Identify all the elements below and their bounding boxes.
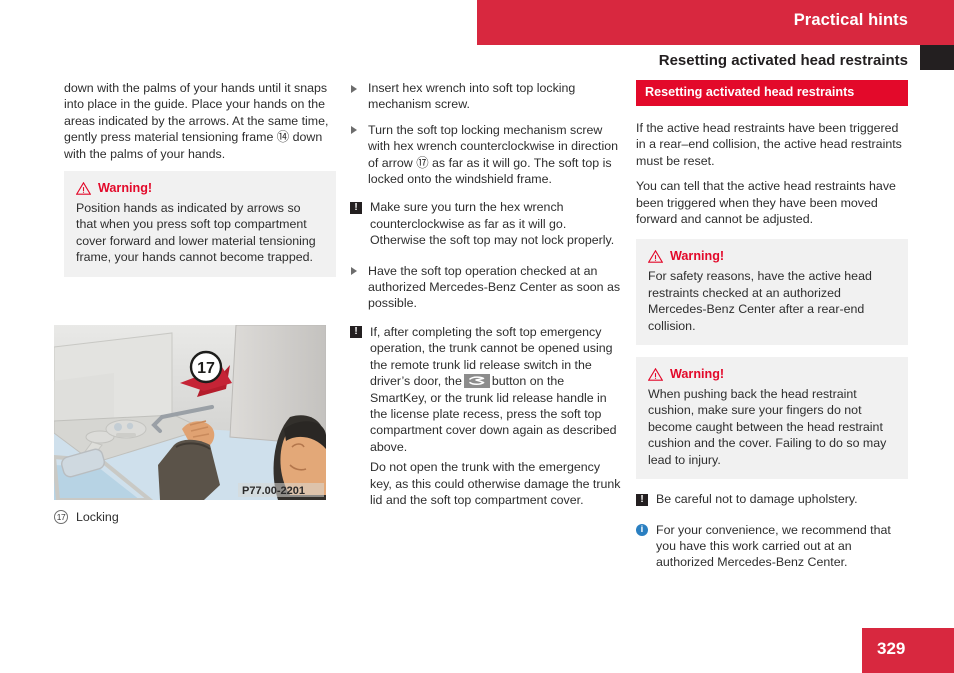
warning-title-text: Warning! <box>98 181 153 196</box>
caution-note: ! Make sure you turn the hex wrench coun… <box>350 199 622 248</box>
left-column: down with the palms of your hands until … <box>64 80 336 289</box>
warning-body-text: Position hands as indicated by arrows so… <box>76 201 316 265</box>
warning-triangle-icon <box>76 182 91 195</box>
page-title: Practical hints <box>793 11 908 29</box>
continued-paragraph: down with the palms of your hands until … <box>64 81 329 161</box>
step-text: Insert hex wrench into soft top locking … <box>368 81 576 112</box>
trunk-release-button-icon <box>463 374 490 389</box>
figure-caption: 17 Locking <box>54 509 326 525</box>
step-item: Turn the soft top locking mechanism scre… <box>350 122 622 188</box>
circled-number-17: 17 <box>54 510 68 524</box>
info-note-convenience: i For your convenience, we recommend tha… <box>636 522 908 571</box>
caution-note-continued: Do not open the trunk with the emergency… <box>370 460 621 507</box>
info-circle-icon: i <box>636 524 648 536</box>
caution-note-upholstery: ! Be careful not to damage upholstery. <box>636 491 908 507</box>
warning-box-safety: Warning! For safety reasons, have the ac… <box>636 239 908 346</box>
warning-box-fingers: Warning! When pushing back the head rest… <box>636 357 908 480</box>
thumb-index-tab <box>920 45 954 70</box>
warning-heading: Warning! <box>76 181 324 196</box>
warning-body-text: For safety reasons, have the active head… <box>648 269 872 333</box>
figure-caption-text: Locking <box>76 510 119 524</box>
intro-paragraph-1: If the active head restraints have been … <box>636 121 902 168</box>
warning-triangle-icon <box>648 368 663 381</box>
warning-triangle-icon <box>648 250 663 264</box>
step-item: Have the soft top operation checked at a… <box>350 263 622 312</box>
caution-note-text: Make sure you turn the hex wrench counte… <box>370 200 615 248</box>
step-text: Turn the soft top locking mechanism scre… <box>368 122 618 187</box>
caution-note-trunk: ! If, after completing the soft top emer… <box>350 324 622 455</box>
bullet-arrow-icon <box>351 267 357 276</box>
intro-paragraph-2: You can tell that the active head restra… <box>636 179 896 227</box>
footer-page-box <box>862 628 954 673</box>
caution-exclamation-icon: ! <box>636 493 648 506</box>
step-text: Have the soft top operation checked at a… <box>368 263 621 311</box>
caution-exclamation-icon: ! <box>350 326 362 339</box>
caution-exclamation-icon: ! <box>350 201 362 214</box>
manual-page: Practical hints Resetting activated head… <box>0 0 954 673</box>
warning-heading: Warning! <box>648 249 896 264</box>
warning-body-text: When pushing back the head restraint cus… <box>648 387 887 467</box>
soft-top-locking-illustration: 17 P77.00-2201 <box>54 325 326 500</box>
figure-image-code: P77.00-2201 <box>242 485 305 497</box>
warning-title-text: Warning! <box>670 249 725 264</box>
svg-text:17: 17 <box>197 360 215 377</box>
middle-column: Insert hex wrench into soft top locking … <box>350 80 622 517</box>
bullet-arrow-icon <box>351 84 357 93</box>
red-subheading: Resetting activated head restraints <box>636 80 908 106</box>
step-item: Insert hex wrench into soft top locking … <box>350 80 622 113</box>
figure-locking: 17 P77.00-2201 17 Locking <box>54 325 326 525</box>
caution-note-text: Be careful not to damage upholstery. <box>656 492 858 507</box>
section-title: Resetting activated head restraints <box>658 52 908 69</box>
warning-title-text: Warning! <box>670 367 725 382</box>
info-note-text: For your convenience, we recommend that … <box>656 522 891 570</box>
right-column: Resetting activated head restraints If t… <box>636 80 908 581</box>
warning-heading: Warning! <box>648 367 896 382</box>
warning-box-hands: Warning! Position hands as indicated by … <box>64 171 336 277</box>
bullet-arrow-icon <box>351 126 357 135</box>
page-number: 329 <box>877 639 906 658</box>
